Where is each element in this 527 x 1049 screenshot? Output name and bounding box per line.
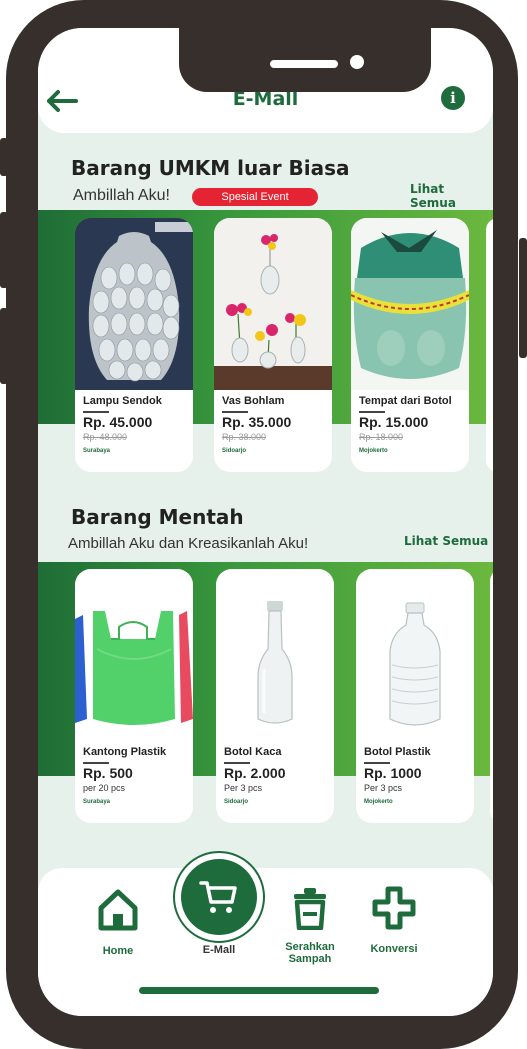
product-price: Rp. 15.000 [359,414,429,430]
product-name: Lampu Sendok [83,395,162,407]
see-all-umkm-link[interactable]: Lihat Semua [410,182,493,210]
phone-speaker [270,60,338,68]
divider [359,411,385,413]
product-city: Mojokerto [364,799,393,805]
product-city: Surabaya [83,448,111,454]
product-old-price: Rp. 48.000 [83,432,128,442]
home-icon [98,889,138,931]
product-card-lampu-sendok[interactable]: Lampu Sendok Rp. 45.000 Rp. 48.000 Surab… [75,218,193,472]
divider [222,411,248,413]
nav-emall-label-wrap[interactable]: E-Mall [189,944,249,956]
phone-volume-down [0,308,8,384]
phone-camera [350,55,364,69]
product-name: Kantong Plastik [83,746,167,758]
product-price: Rp. 45.000 [83,414,153,430]
phone-volume-up [0,212,8,288]
product-price: Rp. 500 [83,765,133,781]
product-name: Tempat dari Botol [359,395,452,407]
section-umkm-subtitle: Ambillah Aku! [73,187,170,204]
product-name: Botol Plastik [364,746,431,758]
product-card-kantong-plastik[interactable]: Kantong Plastik Rp. 500 per 20 pcs Surab… [75,569,193,823]
cart-icon [199,881,237,913]
product-unit: Per 3 pcs [364,783,403,793]
nav-emall-label: E-Mall [202,944,236,956]
trash-icon [294,888,326,931]
plus-icon [372,886,416,930]
product-image-lampu-sendok [75,218,193,390]
product-price: Rp. 35.000 [222,414,292,430]
nav-home[interactable]: Home [88,886,148,957]
phone-silent-switch [0,138,8,176]
product-name: Vas Bohlam [222,395,285,407]
product-image-kantong-plastik [75,569,193,741]
section-raw-title: Barang Mentah [71,505,244,529]
product-image-botol-plastik [356,569,474,741]
product-city: Surabaya [83,799,111,805]
product-card-botol-plastik[interactable]: Botol Plastik Rp. 1000 Per 3 pcs Mojoker… [356,569,474,823]
cart-button-circle [181,859,257,935]
product-old-price: Rp. 38.000 [222,432,267,442]
product-card-vas-bohlam[interactable]: Vas Bohlam Rp. 35.000 Rp. 38.000 Sidoarj… [214,218,332,472]
special-event-badge[interactable]: Spesial Event [192,188,318,206]
product-image-botol-kaca [216,569,334,741]
divider [364,762,390,764]
nav-emall-button[interactable] [173,851,265,943]
nav-home-label: Home [102,945,134,957]
product-card-peek[interactable] [486,218,493,472]
product-card-peek[interactable] [490,569,493,823]
phone-power-button [519,238,527,358]
product-city: Sidoarjo [224,799,249,805]
product-unit: per 20 pcs [83,783,126,793]
product-price: Rp. 1000 [364,765,422,781]
divider [83,762,109,764]
app-screen: E-Mall i Barang UMKM luar Biasa Ambillah… [38,28,493,1016]
nav-konversi[interactable]: Konversi [364,886,424,955]
product-city: Sidoarjo [222,448,247,454]
divider [83,411,109,413]
nav-serahkan-sampah[interactable]: Serahkan Sampah [275,886,345,965]
product-old-price: Rp. 18.000 [359,432,404,442]
product-price: Rp. 2.000 [224,765,286,781]
product-unit: Per 3 pcs [224,783,263,793]
product-card-botol-kaca[interactable]: Botol Kaca Rp. 2.000 Per 3 pcs Sidoarjo [216,569,334,823]
nav-serahkan-sampah-label: Serahkan Sampah [285,941,335,965]
product-name: Botol Kaca [224,746,282,758]
product-card-tempat-dari-botol[interactable]: Tempat dari Botol Rp. 15.000 Rp. 18.000 … [351,218,469,472]
product-image-tempat-dari-botol [351,218,469,390]
section-umkm-title: Barang UMKM luar Biasa [71,156,350,180]
see-all-raw-link[interactable]: Lihat Semua [404,534,488,548]
divider [224,762,250,764]
nav-konversi-label: Konversi [370,943,418,955]
product-image-vas-bohlam [214,218,332,390]
section-raw-subtitle: Ambillah Aku dan Kreasikanlah Aku! [68,535,309,552]
home-indicator [139,987,379,994]
product-city: Mojokerto [359,448,388,454]
info-icon[interactable]: i [441,86,465,110]
